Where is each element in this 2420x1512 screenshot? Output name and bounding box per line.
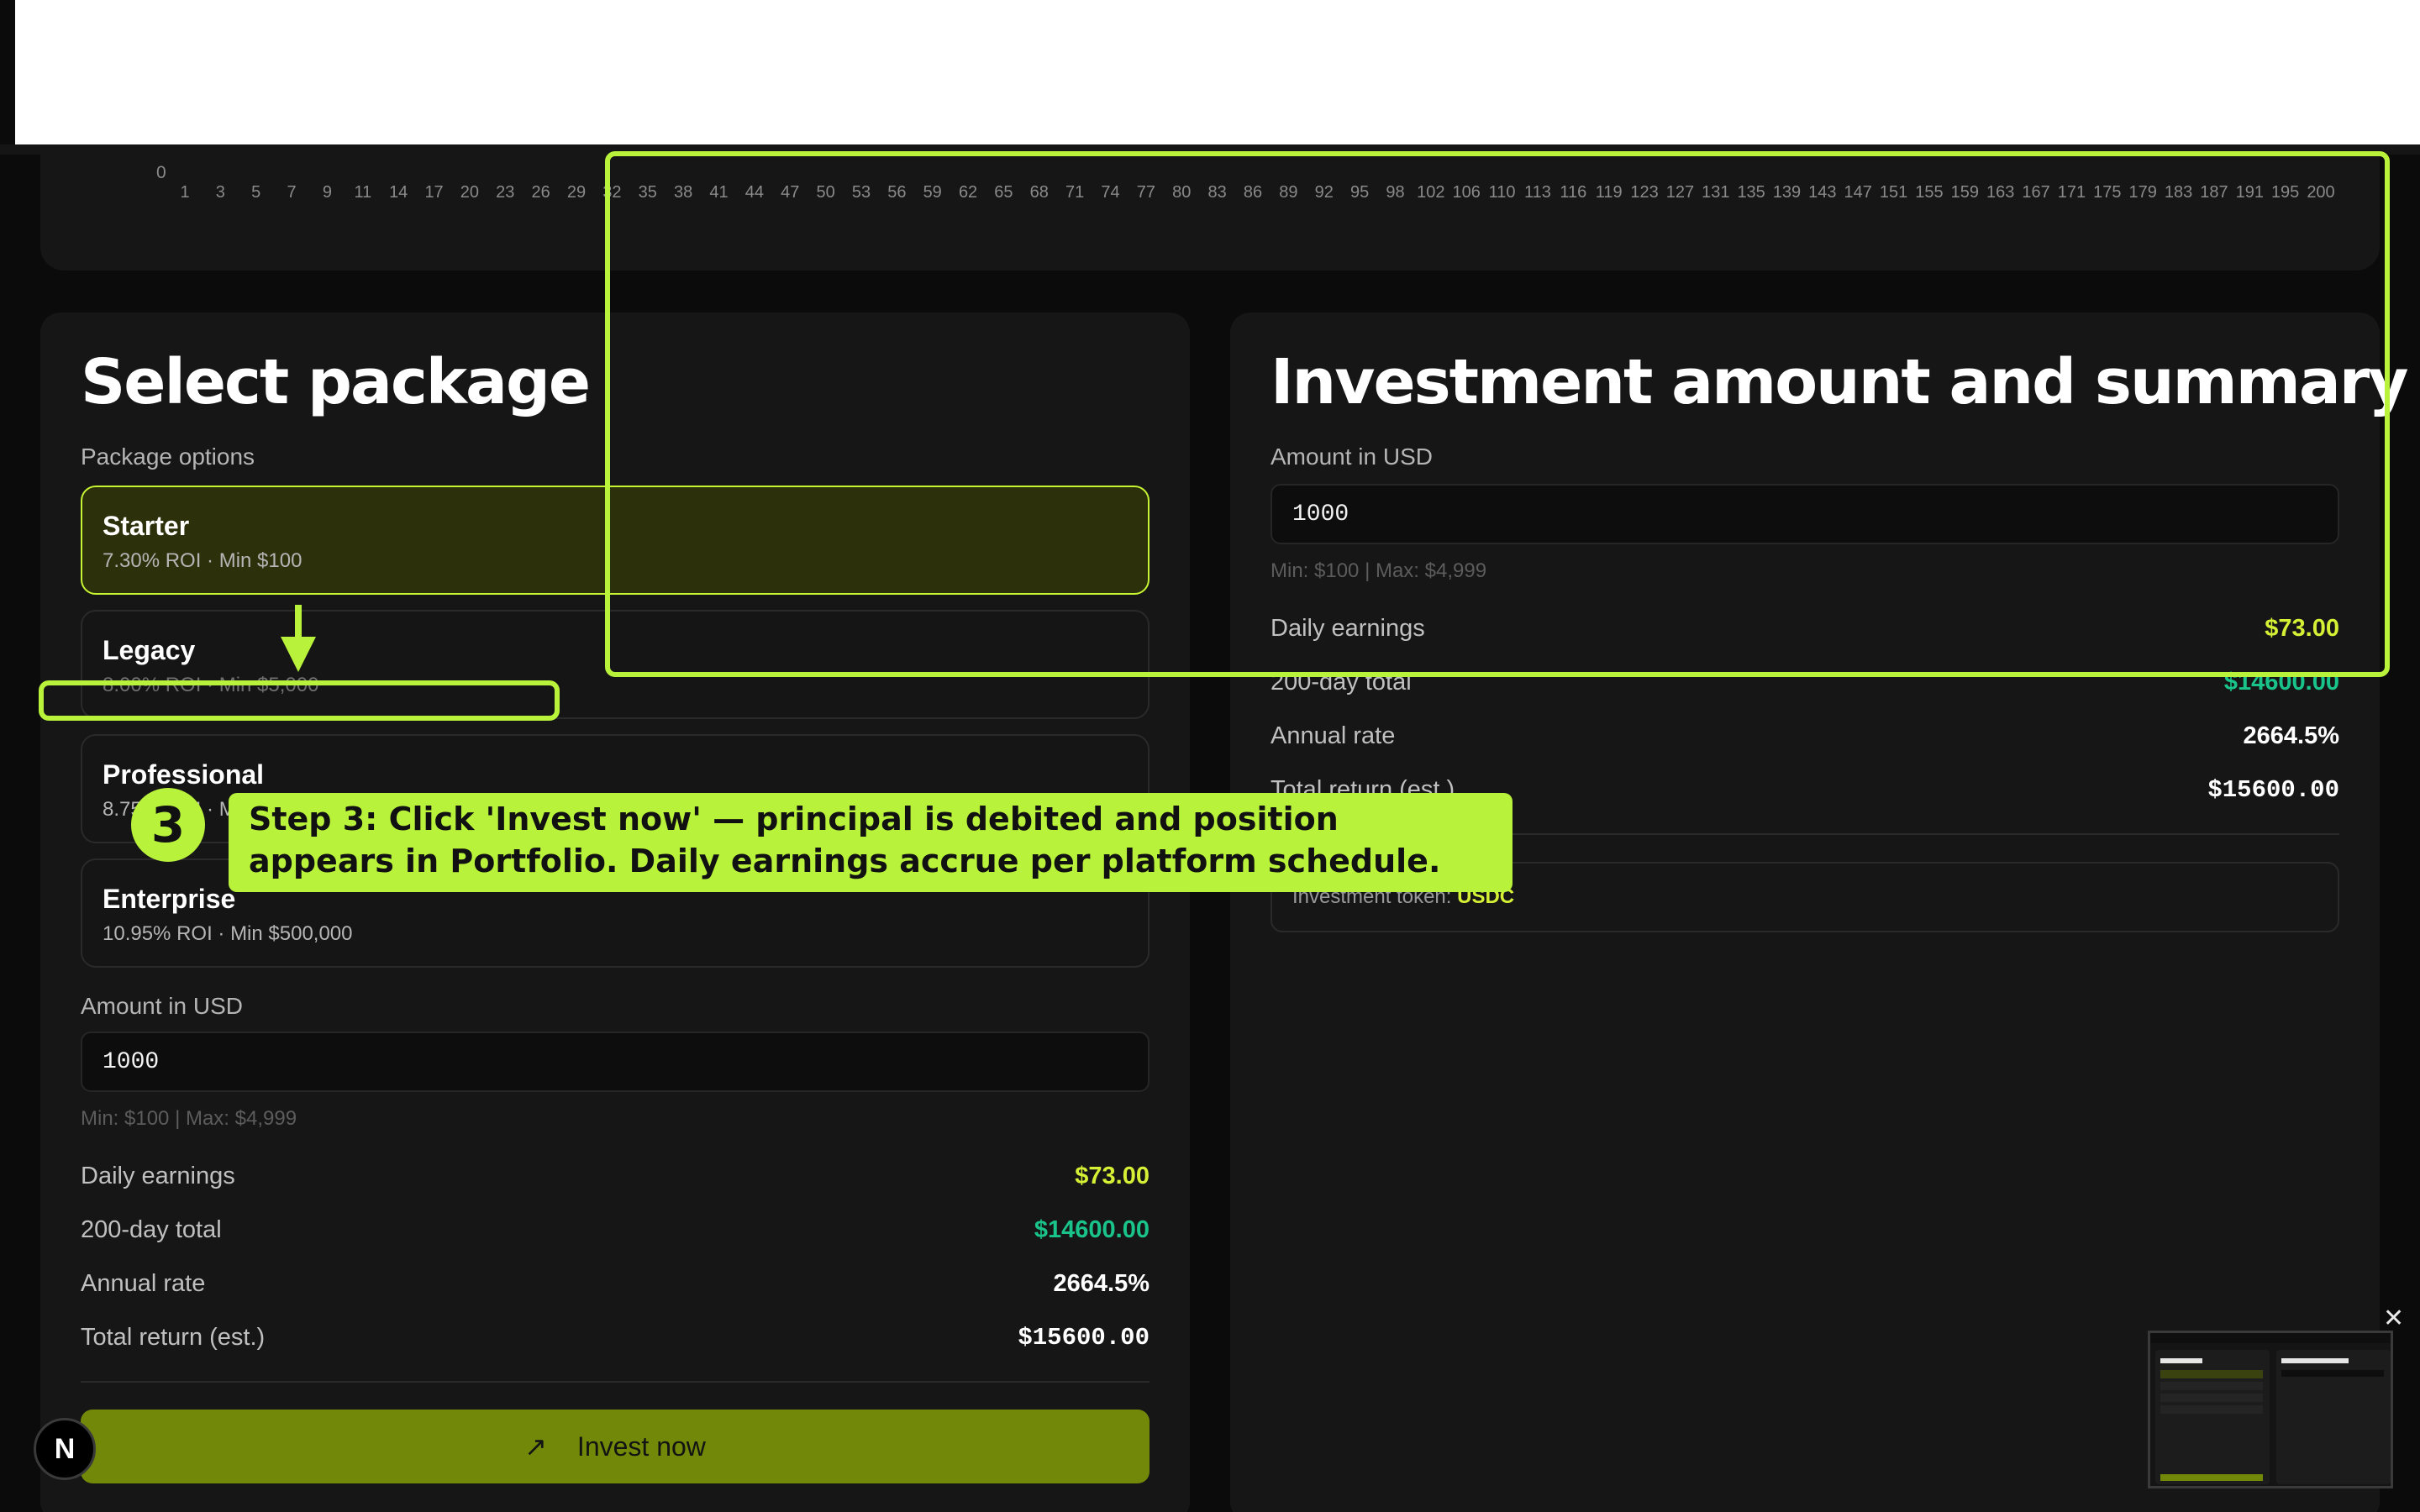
step-instruction-banner: Step 3: Click 'Invest now' — principal i… <box>229 793 1512 892</box>
summary-divider <box>81 1381 1150 1383</box>
annual-rate-label: Annual rate <box>81 1270 206 1297</box>
x-axis-tick-label: 14 <box>389 183 408 202</box>
select-package-title: Select package <box>81 346 591 418</box>
total-200-day-value: $14600.00 <box>1034 1216 1150 1243</box>
step-number-badge: 3 <box>131 788 205 862</box>
arrow-up-right-icon: ↗ <box>524 1431 547 1462</box>
package-detail: 7.30% ROI · Min $100 <box>103 549 302 572</box>
package-detail: 10.95% ROI · Min $500,000 <box>103 922 353 945</box>
annual-rate-value: 2664.5% <box>1053 1270 1150 1297</box>
invest-now-label: Invest now <box>576 1431 706 1462</box>
package-name: Professional <box>103 759 265 790</box>
amount-hint: Min: $100 | Max: $4,999 <box>81 1107 297 1130</box>
amount-label: Amount in USD <box>81 993 243 1019</box>
close-icon[interactable]: ✕ <box>2383 1304 2404 1333</box>
x-axis-tick-label: 7 <box>287 183 297 202</box>
package-name: Legacy <box>103 635 196 665</box>
summary-total-return-value: $15600.00 <box>2207 776 2339 804</box>
x-axis-tick-label: 23 <box>496 183 515 202</box>
x-axis-tick-label: 1 <box>180 183 190 202</box>
chart-y-zero-label: 0 <box>156 163 166 182</box>
x-axis-tick-label: 9 <box>322 183 333 202</box>
x-axis-tick-label: 3 <box>215 183 225 202</box>
amount-input[interactable] <box>81 1032 1150 1092</box>
preview-thumbnail-image <box>2150 1333 2391 1484</box>
total-return-label: Total return (est.) <box>81 1324 266 1351</box>
daily-earnings-label: Daily earnings <box>81 1163 235 1189</box>
total-return-value: $15600.00 <box>1018 1324 1150 1352</box>
package-options-label: Package options <box>81 444 255 470</box>
invest-now-button[interactable]: ↗ Invest now <box>81 1410 1150 1483</box>
daily-earnings-value: $73.00 <box>1075 1163 1150 1189</box>
annotation-arrow-line <box>295 605 302 638</box>
browser-top-area <box>15 0 2420 144</box>
package-name: Enterprise <box>103 884 236 914</box>
x-axis-tick-label: 5 <box>251 183 261 202</box>
x-axis-tick-label: 20 <box>460 183 480 202</box>
total-200-day-label: 200-day total <box>81 1216 222 1243</box>
x-axis-tick-label: 17 <box>424 183 444 202</box>
annotation-arrow-icon <box>281 637 316 672</box>
annotation-highlight-box <box>605 151 2390 677</box>
annotation-highlight-box-small <box>39 680 560 721</box>
preview-thumbnail[interactable] <box>2148 1331 2393 1488</box>
n-logo-icon[interactable]: N <box>34 1418 96 1480</box>
package-name: Starter <box>103 511 190 541</box>
summary-annual-rate-label: Annual rate <box>1270 722 1396 749</box>
x-axis-tick-label: 26 <box>531 183 550 202</box>
summary-annual-rate-value: 2664.5% <box>2243 722 2340 749</box>
x-axis-tick-label: 29 <box>566 183 587 202</box>
x-axis-tick-label: 11 <box>354 183 372 202</box>
